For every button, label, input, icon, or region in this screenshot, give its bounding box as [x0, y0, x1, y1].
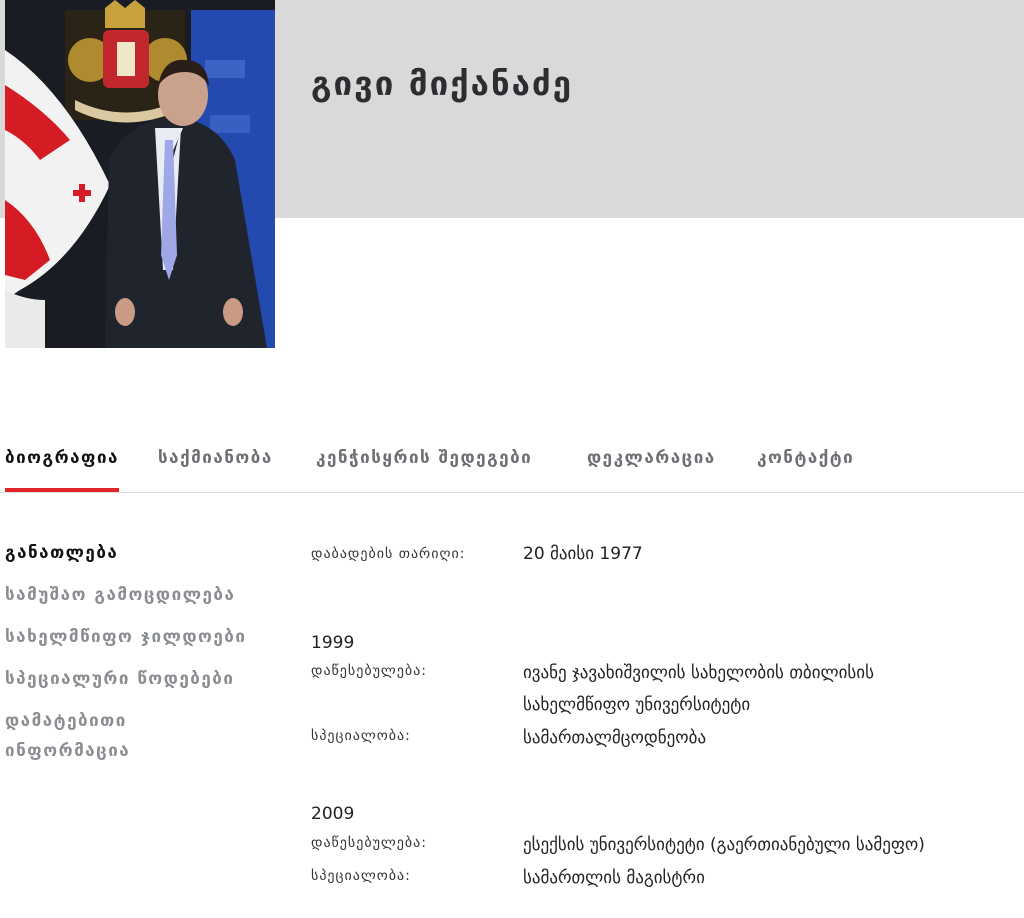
profile-tabs: ბიოგრაფია საქმიანობა კენჭისყრის შედეგები… — [0, 436, 1024, 493]
birth-date-value: 20 მაისი 1977 — [523, 544, 643, 564]
education-year: 1999 — [311, 633, 355, 653]
tab-declaration[interactable]: დეკლარაცია — [587, 448, 716, 492]
side-nav-work-experience[interactable]: სამუშაო გამოცდილება — [5, 580, 235, 610]
specialty-value: სამართლის მაგისტრი — [523, 868, 705, 888]
side-nav-information[interactable]: ინფორმაცია — [5, 736, 130, 766]
side-nav-education[interactable]: განათლება — [5, 538, 118, 568]
side-nav-additional[interactable]: დამატებითი — [5, 706, 127, 736]
specialty-label: სპეციალობა: — [311, 868, 411, 884]
institution-value-line2: სახელმწიფო უნივერსიტეტი — [523, 695, 751, 715]
birth-date-label: დაბადების თარიღი: — [311, 546, 466, 562]
tab-contact[interactable]: კონტაქტი — [757, 448, 854, 492]
side-nav-state-awards[interactable]: სახელმწიფო ჯილდოები — [5, 622, 246, 652]
person-name: გივი მიქანაძე — [311, 64, 573, 103]
profile-photo — [5, 0, 275, 348]
institution-value: ივანე ჯავახიშვილის სახელობის თბილისის — [523, 663, 874, 683]
specialty-label: სპეციალობა: — [311, 728, 411, 744]
institution-label: დაწესებულება: — [311, 835, 427, 851]
side-nav-special-ranks[interactable]: სპეციალური წოდებები — [5, 664, 234, 694]
tab-voting-results[interactable]: კენჭისყრის შედეგები — [316, 448, 532, 492]
institution-label: დაწესებულება: — [311, 663, 427, 679]
institution-value: ესექსის უნივერსიტეტი (გაერთიანებული სამე… — [523, 835, 925, 855]
specialty-value: სამართალმცოდნეობა — [523, 728, 707, 748]
tab-biography[interactable]: ბიოგრაფია — [5, 448, 119, 492]
tab-activity[interactable]: საქმიანობა — [158, 448, 273, 492]
education-year: 2009 — [311, 804, 355, 824]
